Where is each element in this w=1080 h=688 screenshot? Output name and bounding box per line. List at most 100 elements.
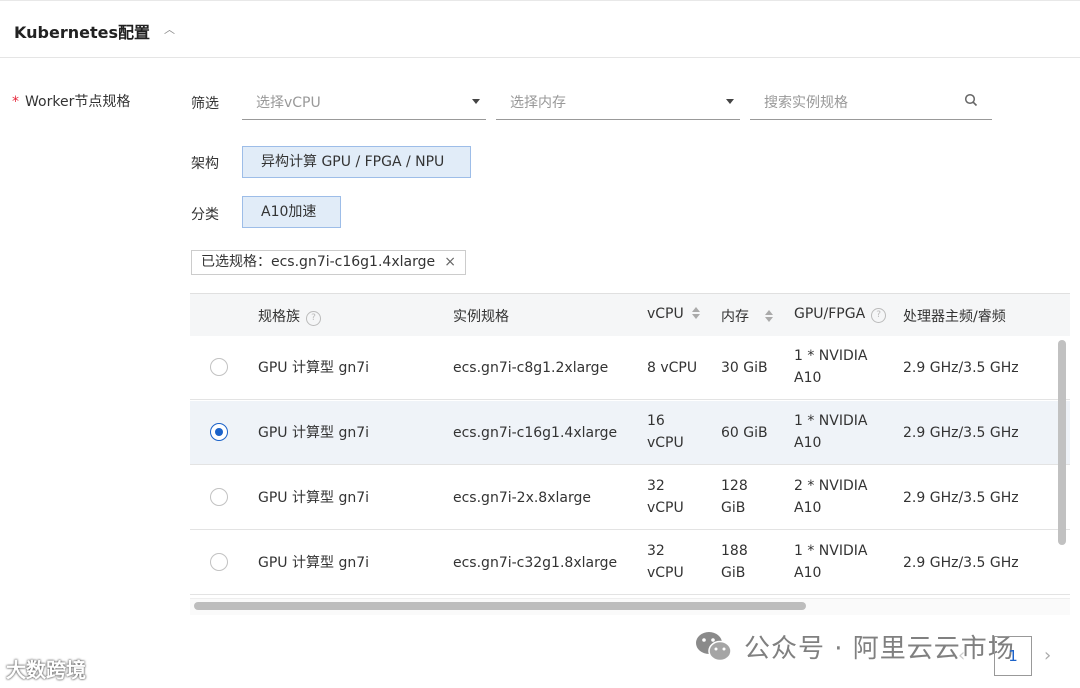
cell-vcpu: 8 vCPU bbox=[647, 357, 697, 379]
category-label: 分类 bbox=[191, 207, 219, 223]
cell-vcpu-line: vCPU bbox=[647, 435, 684, 451]
cell-family-line: GPU 计算型 gn7i bbox=[258, 425, 369, 441]
cell-instance-line: ecs.gn7i-2x.8xlarge bbox=[453, 490, 591, 506]
cell-gpu: 2 * NVIDIA A10 bbox=[794, 475, 867, 519]
required-mark: * bbox=[12, 94, 19, 110]
col-family: 规格族? bbox=[258, 306, 321, 326]
col-instance: 实例规格 bbox=[453, 309, 509, 325]
category-option-a10[interactable]: A10加速 bbox=[242, 196, 341, 228]
cell-vcpu: 32 vCPU bbox=[647, 540, 684, 584]
cell-family: GPU 计算型 gn7i bbox=[258, 357, 369, 379]
selected-spec-value: ecs.gn7i-c16g1.4xlarge bbox=[271, 254, 436, 270]
cell-vcpu-line: 8 vCPU bbox=[647, 360, 698, 376]
radio-unselected[interactable] bbox=[210, 553, 228, 571]
cell-instance-line: ecs.gn7i-c8g1.2xlarge bbox=[453, 360, 609, 376]
watermark-text: 公众号 · 阿里云云市场 bbox=[744, 634, 1015, 664]
col-gpu-label: GPU/FPGA bbox=[794, 306, 866, 322]
cell-memory-line: 60 GiB bbox=[721, 425, 768, 441]
radio-selected[interactable] bbox=[210, 423, 228, 441]
cell-cpu-freq-line: 2.9 GHz/3.5 GHz bbox=[903, 360, 1019, 376]
corner-watermark-logo: 大数跨境 bbox=[6, 658, 86, 682]
pager-prev-button[interactable]: ‹ bbox=[958, 645, 965, 666]
pager-next-button[interactable]: › bbox=[1044, 645, 1051, 666]
cell-memory: 128 GiB bbox=[721, 475, 748, 519]
table-row[interactable]: GPU 计算型 gn7i ecs.gn7i-c32g1.8xlarge 32 vCPU… bbox=[190, 531, 1070, 595]
filter-label: 筛选 bbox=[191, 96, 219, 112]
cell-cpu-freq: 2.9 GHz/3.5 GHz bbox=[903, 552, 1019, 574]
table-row[interactable]: GPU 计算型 gn7i ecs.gn7i-2x.8xlarge 32 vCPU 128… bbox=[190, 466, 1070, 530]
vcpu-select[interactable]: 选择vCPU bbox=[242, 84, 486, 120]
help-icon[interactable]: ? bbox=[871, 308, 887, 323]
worker-spec-label-text: Worker节点规格 bbox=[25, 94, 131, 110]
col-memory-label: 内存 bbox=[721, 309, 749, 325]
spec-search-input[interactable]: 搜索实例规格 bbox=[750, 84, 992, 120]
caret-down-icon bbox=[472, 99, 480, 104]
cell-memory-line: 188 bbox=[721, 543, 748, 559]
cell-family: GPU 计算型 gn7i bbox=[258, 552, 369, 574]
cell-memory: 60 GiB bbox=[721, 422, 768, 444]
cell-instance-line: ecs.gn7i-c32g1.8xlarge bbox=[453, 555, 618, 571]
cell-cpu-freq: 2.9 GHz/3.5 GHz bbox=[903, 357, 1019, 379]
cell-instance: ecs.gn7i-c32g1.8xlarge bbox=[453, 552, 617, 574]
cell-memory-line: GiB bbox=[721, 500, 746, 516]
cell-memory: 188 GiB bbox=[721, 540, 748, 584]
cell-gpu-line: A10 bbox=[794, 435, 822, 451]
cell-memory: 30 GiB bbox=[721, 357, 768, 379]
col-vcpu[interactable]: vCPU bbox=[647, 306, 700, 322]
cell-family: GPU 计算型 gn7i bbox=[258, 487, 369, 509]
cell-vcpu-line: 32 bbox=[647, 478, 665, 494]
cell-gpu: 1 * NVIDIA A10 bbox=[794, 540, 867, 584]
cell-family-line: GPU 计算型 gn7i bbox=[258, 555, 369, 571]
table-row[interactable]: GPU 计算型 gn7i ecs.gn7i-c16g1.4xlarge 16 vCPU… bbox=[190, 401, 1070, 465]
arch-label: 架构 bbox=[191, 156, 219, 172]
col-vcpu-label: vCPU bbox=[647, 306, 684, 322]
cell-memory-line: 30 GiB bbox=[721, 360, 768, 376]
cell-instance: ecs.gn7i-2x.8xlarge bbox=[453, 487, 591, 509]
vcpu-select-placeholder: 选择vCPU bbox=[256, 95, 321, 111]
memory-select[interactable]: 选择内存 bbox=[496, 84, 740, 120]
cell-instance: ecs.gn7i-c8g1.2xlarge bbox=[453, 357, 608, 379]
cell-memory-line: 128 bbox=[721, 478, 748, 494]
radio-unselected[interactable] bbox=[210, 358, 228, 376]
search-icon[interactable] bbox=[964, 93, 978, 111]
section-header: Kubernetes配置 ︿ bbox=[0, 0, 1080, 58]
cell-vcpu-line: vCPU bbox=[647, 565, 684, 581]
cell-cpu-freq-line: 2.9 GHz/3.5 GHz bbox=[903, 425, 1019, 441]
selected-spec-prefix: 已选规格： bbox=[201, 254, 271, 270]
selected-spec-tag: 已选规格：ecs.gn7i-c16g1.4xlarge × bbox=[191, 250, 466, 275]
caret-down-icon bbox=[726, 99, 734, 104]
help-icon[interactable]: ? bbox=[306, 311, 321, 326]
arch-option-heterogeneous[interactable]: 异构计算 GPU / FPGA / NPU bbox=[242, 146, 471, 178]
cell-instance-line: ecs.gn7i-c16g1.4xlarge bbox=[453, 425, 618, 441]
cell-family-line: GPU 计算型 gn7i bbox=[258, 490, 369, 506]
horizontal-scrollbar-thumb[interactable] bbox=[194, 602, 806, 610]
cell-gpu-line: 2 * NVIDIA bbox=[794, 478, 868, 494]
pager-current-page[interactable]: 1 bbox=[994, 636, 1032, 676]
col-memory[interactable]: 内存 bbox=[721, 306, 773, 326]
cell-memory-line: GiB bbox=[721, 565, 746, 581]
cell-cpu-freq-line: 2.9 GHz/3.5 GHz bbox=[903, 490, 1019, 506]
cell-vcpu-line: 32 bbox=[647, 543, 665, 559]
radio-unselected[interactable] bbox=[210, 488, 228, 506]
cell-family-line: GPU 计算型 gn7i bbox=[258, 360, 369, 376]
cell-vcpu: 16 vCPU bbox=[647, 410, 684, 454]
wechat-icon bbox=[694, 630, 734, 668]
sort-icon[interactable] bbox=[691, 306, 700, 320]
cell-instance: ecs.gn7i-c16g1.4xlarge bbox=[453, 422, 617, 444]
vertical-scrollbar-thumb[interactable] bbox=[1058, 340, 1066, 545]
chevron-up-icon[interactable]: ︿ bbox=[164, 21, 175, 37]
table-row[interactable]: GPU 计算型 gn7i ecs.gn7i-c8g1.2xlarge 8 vCPU 3… bbox=[190, 336, 1070, 400]
cell-gpu-line: 1 * NVIDIA bbox=[794, 543, 868, 559]
cell-vcpu-line: 16 bbox=[647, 413, 665, 429]
close-icon[interactable]: × bbox=[444, 251, 456, 274]
cell-gpu: 1 * NVIDIA A10 bbox=[794, 345, 867, 389]
col-gpu: GPU/FPGA? bbox=[794, 306, 887, 323]
cell-gpu-line: 1 * NVIDIA bbox=[794, 348, 868, 364]
cell-gpu: 1 * NVIDIA A10 bbox=[794, 410, 867, 454]
memory-select-placeholder: 选择内存 bbox=[510, 95, 566, 111]
table-header: 规格族? 实例规格 vCPU 内存 GPU/FPGA? 处理器主频/睿频 bbox=[190, 294, 1070, 337]
cell-gpu-line: A10 bbox=[794, 370, 822, 386]
cell-vcpu-line: vCPU bbox=[647, 500, 684, 516]
sort-icon[interactable] bbox=[765, 309, 773, 323]
cell-gpu-line: 1 * NVIDIA bbox=[794, 413, 868, 429]
